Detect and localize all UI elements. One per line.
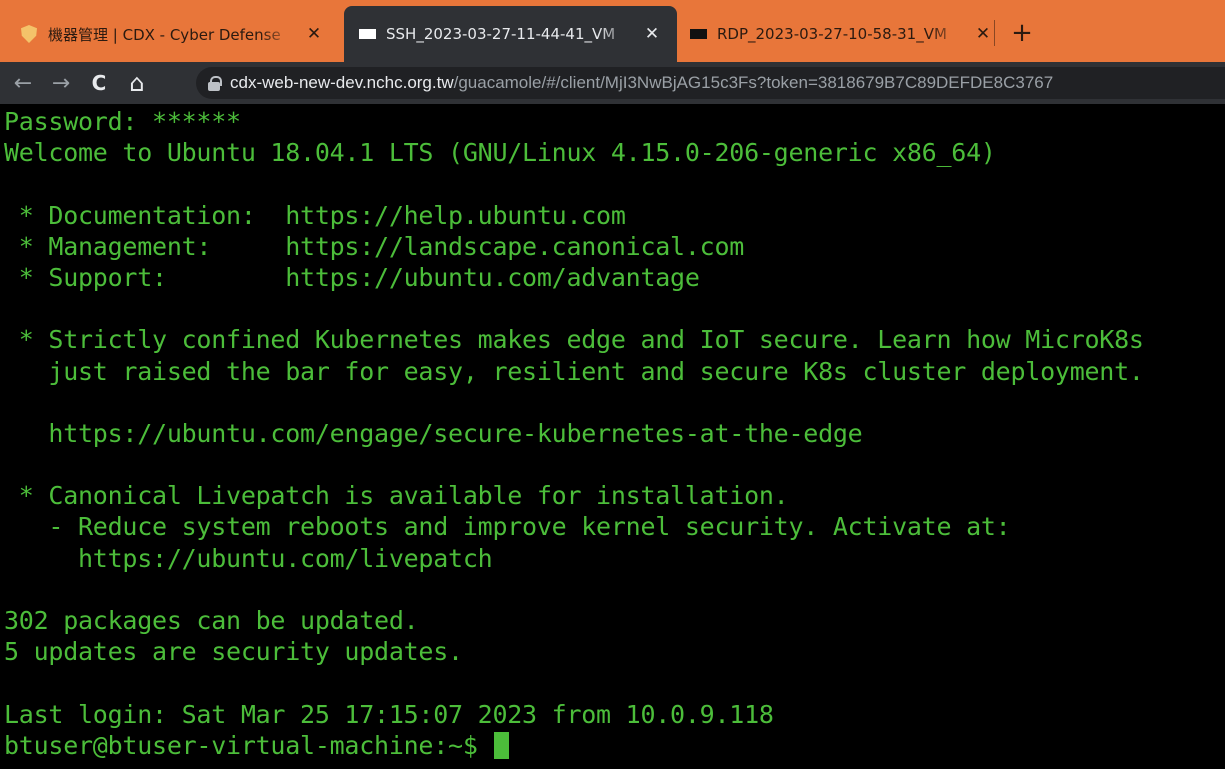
shield-icon <box>20 25 38 43</box>
tab-title: RDP_2023-03-27-10-58-31_VM <box>717 25 947 43</box>
terminal-line: * Management: https://landscape.canonica… <box>4 231 745 261</box>
terminal-line: 5 updates are security updates. <box>4 637 463 667</box>
terminal-line: Welcome to Ubuntu 18.04.1 LTS (GNU/Linux… <box>4 138 996 168</box>
tab-bar: 機器管理 | CDX - Cyber Defense ✕ SSH_2023-03… <box>0 0 1225 62</box>
terminal-line: https://ubuntu.com/livepatch <box>4 543 493 573</box>
terminal-line: * Support: https://ubuntu.com/advantage <box>4 262 700 292</box>
terminal-icon <box>358 25 376 43</box>
tab-separator <box>994 20 995 46</box>
tab-strip: 機器管理 | CDX - Cyber Defense ✕ SSH_2023-03… <box>0 0 1225 62</box>
terminal-line: 302 packages can be updated. <box>4 606 419 635</box>
tab-machine-management[interactable]: 機器管理 | CDX - Cyber Defense ✕ <box>6 6 339 62</box>
address-bar[interactable]: cdx-web-new-dev.nchc.org.tw/guacamole/#/… <box>196 67 1225 99</box>
tab-ssh-session[interactable]: SSH_2023-03-27-11-44-41_VM ✕ <box>344 6 677 62</box>
terminal-line: https://ubuntu.com/engage/secure-kuberne… <box>4 418 863 448</box>
forward-button[interactable]: → <box>44 66 78 100</box>
terminal-line: Last login: Sat Mar 25 17:15:07 2023 fro… <box>4 699 774 729</box>
terminal-line: * Canonical Livepatch is available for i… <box>4 481 789 511</box>
terminal-icon <box>689 25 707 43</box>
new-tab-button[interactable]: + <box>1005 16 1039 50</box>
tab-rdp-session[interactable]: RDP_2023-03-27-10-58-31_VM ✕ <box>675 6 1008 62</box>
terminal-line: just raised the bar for easy, resilient … <box>4 356 1144 386</box>
terminal-line: * Documentation: https://help.ubuntu.com <box>4 200 626 230</box>
terminal-line: Password: ****** <box>4 107 241 136</box>
url-host: cdx-web-new-dev.nchc.org.tw <box>230 73 454 92</box>
terminal-line: * Strictly confined Kubernetes makes edg… <box>4 325 1144 355</box>
lock-icon[interactable] <box>208 75 222 91</box>
back-button[interactable]: ← <box>6 66 40 100</box>
tab-title: 機器管理 | CDX - Cyber Defense <box>48 25 281 44</box>
tab-title: SSH_2023-03-27-11-44-41_VM <box>386 25 616 43</box>
terminal-cursor <box>494 731 510 759</box>
terminal-prompt: btuser@btuser-virtual-machine:~$ <box>4 730 493 760</box>
close-icon[interactable]: ✕ <box>303 23 325 45</box>
terminal-line: - Reduce system reboots and improve kern… <box>4 512 1011 542</box>
close-icon[interactable]: ✕ <box>972 23 994 45</box>
home-button[interactable]: ⌂ <box>120 66 154 100</box>
reload-button[interactable]: C <box>82 66 116 100</box>
close-icon[interactable]: ✕ <box>641 23 663 45</box>
terminal-prompt-line[interactable]: btuser@btuser-virtual-machine:~$ <box>4 730 1225 761</box>
terminal-screen[interactable]: Password: ****** Welcome to Ubuntu 18.04… <box>0 104 1225 769</box>
url-path: /guacamole/#/client/MjI3NwBjAG15c3Fs?tok… <box>453 73 1054 92</box>
browser-toolbar: ← → C ⌂ cdx-web-new-dev.nchc.org.tw/guac… <box>0 62 1225 104</box>
